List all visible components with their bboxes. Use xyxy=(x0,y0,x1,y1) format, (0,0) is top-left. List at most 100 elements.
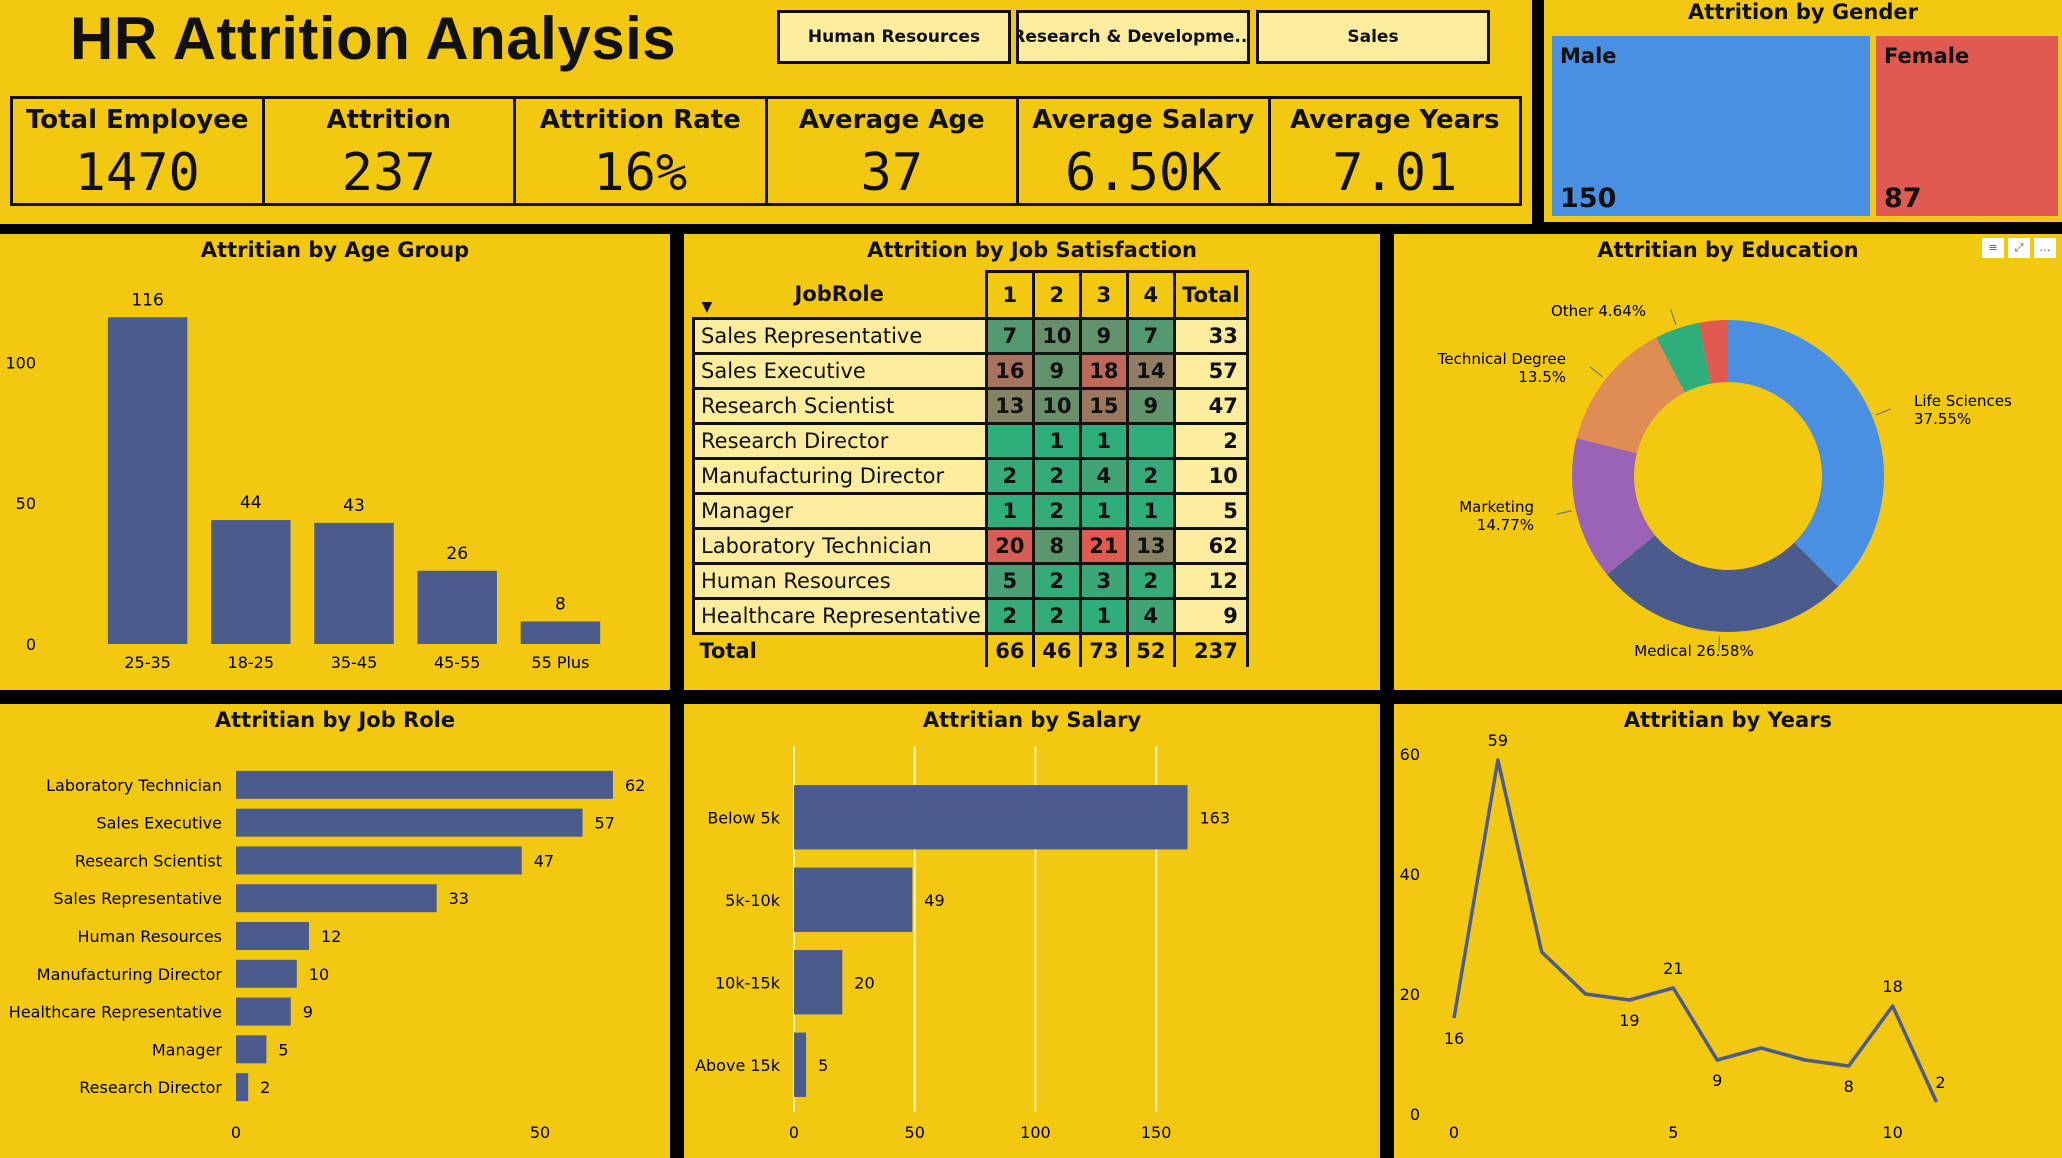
bar[interactable] xyxy=(794,867,913,932)
heat-cell: 2 xyxy=(984,597,1035,635)
kpi-label: Average Salary xyxy=(1032,105,1255,135)
heat-cell: 9 xyxy=(1125,387,1176,425)
data-label: 9 xyxy=(303,1003,313,1022)
matrix-row[interactable]: Sales Representative 7 10 9 7 33 xyxy=(692,317,1249,355)
matrix-row[interactable]: Human Resources 5 2 3 2 12 xyxy=(692,562,1249,600)
kpi-average-age: Average Age 37 xyxy=(768,99,1019,203)
heat-cell: 1 xyxy=(1078,492,1129,530)
heat-cell: 14 xyxy=(1125,352,1176,390)
y-tick-label: 0 xyxy=(1410,1105,1420,1124)
bar[interactable] xyxy=(794,950,843,1015)
data-label: 10 xyxy=(309,965,329,984)
age-bar[interactable] xyxy=(211,520,291,644)
level-header[interactable]: 4 xyxy=(1125,270,1176,320)
y-tick-label: 60 xyxy=(1400,745,1420,764)
salary-panel: Attritian by Salary 0 50 100 150 163 Below 5k… xyxy=(684,704,1380,1158)
bar[interactable] xyxy=(236,1073,249,1102)
page-title: HR Attrition Analysis xyxy=(70,5,677,72)
matrix-row[interactable]: Healthcare Representative 2 2 1 4 9 xyxy=(692,597,1249,635)
matrix-row[interactable]: Sales Executive 16 9 18 14 57 xyxy=(692,352,1249,390)
jobrole-header[interactable]: JobRole ▼ xyxy=(693,271,988,320)
level-header[interactable]: 2 xyxy=(1031,270,1082,320)
kpi-value: 16% xyxy=(593,143,688,203)
kpi-average-salary: Average Salary 6.50K xyxy=(1019,99,1271,203)
bar[interactable] xyxy=(236,922,309,950)
years-line[interactable] xyxy=(1452,758,1939,1103)
bar[interactable] xyxy=(794,1032,807,1097)
point-label: 59 xyxy=(1488,731,1508,750)
level-header[interactable]: 1 xyxy=(984,270,1035,320)
matrix-row[interactable]: Research Scientist 13 10 15 9 47 xyxy=(692,387,1249,425)
heat-cell: 7 xyxy=(984,317,1035,355)
x-tick-label: 35-45 xyxy=(331,653,378,672)
sort-down-icon[interactable]: ▼ xyxy=(702,299,713,315)
role-cell: Laboratory Technician xyxy=(692,527,988,565)
bar[interactable] xyxy=(236,770,613,799)
job-role-panel: Attritian by Job Role 0 50 62 Laboratory Te… xyxy=(0,704,670,1158)
slice-label: Marketing xyxy=(1459,498,1534,516)
age-bar[interactable] xyxy=(417,570,497,644)
kpi-average-years: Average Years 7.01 xyxy=(1271,99,1520,203)
row-total-cell: 62 xyxy=(1172,527,1249,565)
level-header[interactable]: 3 xyxy=(1078,270,1129,320)
category-label: Healthcare Representative xyxy=(9,1003,222,1022)
male-tile[interactable]: Male 150 xyxy=(1552,36,1870,216)
bar[interactable] xyxy=(794,785,1188,850)
heat-cell: 1 xyxy=(1078,422,1129,460)
age-bar[interactable] xyxy=(520,621,601,644)
point-label: 2 xyxy=(1935,1073,1945,1092)
heat-cell: 18 xyxy=(1078,352,1129,390)
matrix-row[interactable]: Research Director 1 1 2 xyxy=(692,422,1249,460)
y-tick-label: 100 xyxy=(5,353,36,372)
total-header[interactable]: Total xyxy=(1172,270,1249,320)
female-tile[interactable]: Female 87 xyxy=(1876,36,2058,216)
slicer-human-resources[interactable]: Human Resources xyxy=(777,10,1011,64)
jobrole-header-label: JobRole xyxy=(794,282,884,307)
bar[interactable] xyxy=(236,846,522,875)
column-total-cell: 237 xyxy=(1172,632,1249,667)
slice-label: Life Sciences xyxy=(1914,392,2012,410)
bar[interactable] xyxy=(236,808,583,837)
bar[interactable] xyxy=(236,1035,267,1064)
row-total-cell: 9 xyxy=(1172,597,1249,635)
bar[interactable] xyxy=(236,884,437,913)
row-total-cell: 10 xyxy=(1172,457,1249,495)
point-label: 21 xyxy=(1663,959,1683,978)
years-panel: Attritian by Years 0 20 40 60 0 5 10 16 59 19 21 9 8… xyxy=(1394,704,2062,1158)
age-chart: 0 50 100 116 25-35 44 18-25 43 35-45 26 45-55 8 55 P… xyxy=(5,290,601,672)
data-label: 12 xyxy=(321,927,341,946)
data-label: 116 xyxy=(131,290,163,310)
donut-slice[interactable] xyxy=(1728,320,1884,587)
kpi-attrition: Attrition 237 xyxy=(265,99,516,203)
matrix-row[interactable]: Laboratory Technician 20 8 21 13 62 xyxy=(692,527,1249,565)
heat-cell: 13 xyxy=(984,387,1035,425)
matrix-row[interactable]: Manager 1 2 1 1 5 xyxy=(692,492,1249,530)
heat-cell: 20 xyxy=(984,527,1035,565)
data-label: 47 xyxy=(534,851,554,870)
x-tick-label: 55 Plus xyxy=(531,653,589,672)
bar[interactable] xyxy=(236,959,297,988)
x-tick-label: 50 xyxy=(530,1123,550,1142)
category-label: Research Scientist xyxy=(75,851,222,870)
row-total-cell: 5 xyxy=(1172,492,1249,530)
role-cell: Manufacturing Director xyxy=(692,457,988,495)
role-chart: 0 50 62 Laboratory Technician 57 Sales Execut… xyxy=(9,770,645,1142)
slicer-sales[interactable]: Sales xyxy=(1256,10,1490,64)
column-total-cell: 46 xyxy=(1031,632,1081,667)
heat-cell xyxy=(984,422,1035,460)
point-label: 19 xyxy=(1619,1011,1639,1030)
category-label: 5k-10k xyxy=(725,891,781,910)
heat-cell: 4 xyxy=(1125,597,1176,635)
age-bar[interactable] xyxy=(107,317,188,644)
row-total-cell: 12 xyxy=(1172,562,1249,600)
slicer-research-development[interactable]: Research & Developme... xyxy=(1016,10,1250,64)
bar[interactable] xyxy=(236,997,291,1026)
data-label: 5 xyxy=(818,1056,828,1075)
leader-line xyxy=(1875,408,1891,416)
row-total-cell: 57 xyxy=(1172,352,1249,390)
heat-cell: 9 xyxy=(1078,317,1129,355)
role-cell: Sales Representative xyxy=(692,317,988,355)
category-label: Above 15k xyxy=(695,1056,781,1075)
matrix-row[interactable]: Manufacturing Director 2 2 4 2 10 xyxy=(692,457,1249,495)
age-bar[interactable] xyxy=(314,522,394,644)
